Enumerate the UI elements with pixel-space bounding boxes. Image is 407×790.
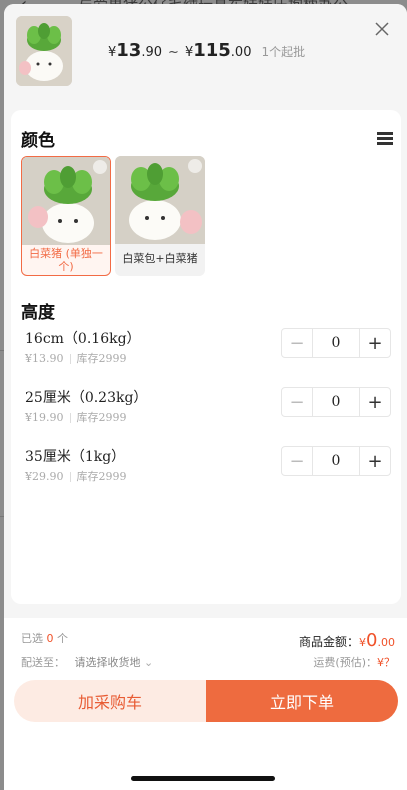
size-row: 25厘米（0.23kg） ¥19.90 库存2999 − 0 + [25,387,391,427]
color-option-label: 白菜猪 (单独一个) [29,247,103,273]
minus-icon[interactable]: − [282,329,312,357]
plush-image [16,16,72,86]
list-view-icon[interactable] [377,132,393,146]
quantity-value[interactable]: 0 [312,388,360,416]
zoom-icon[interactable] [93,160,107,174]
shipping-address-selector[interactable]: 请选择收货地 [75,656,141,669]
sku-sheet: ¥13.90 ~ ¥115.00 1个起批 颜色 白菜猪 (单独一个) 白菜包+… [4,4,407,790]
price-max: ¥115.00 [184,40,252,61]
zoom-icon[interactable] [188,159,202,173]
size-row: 16cm（0.16kg） ¥13.90 库存2999 − 0 + [25,328,391,368]
quantity-value[interactable]: 0 [312,447,360,475]
minus-icon[interactable]: − [282,447,312,475]
selected-summary: 已选 0 个 商品金额：¥0.00 [21,630,395,651]
amount-value: 0 [366,630,378,651]
home-indicator [131,776,275,781]
plus-icon[interactable]: + [360,329,390,357]
product-thumbnail[interactable] [16,16,72,86]
quantity-value[interactable]: 0 [312,329,360,357]
price-separator: ~ [168,45,179,60]
min-order-quantity: 1个起批 [261,45,306,59]
minus-icon[interactable]: − [282,388,312,416]
add-to-cart-button[interactable]: 加采购车 [14,680,206,722]
color-option-bundle[interactable]: 白菜包+白菜猪 [115,156,205,276]
close-icon[interactable] [375,22,389,36]
price-range: ¥13.90 ~ ¥115.00 1个起批 [108,40,305,61]
plus-icon[interactable]: + [360,388,390,416]
size-meta: ¥29.90 库存2999 [25,470,127,483]
buy-now-button[interactable]: 立即下单 [206,680,398,722]
quantity-stepper: − 0 + [281,387,391,417]
shipping-row: 配送至： 请选择收货地 ⌄ 运费(预估)：¥？ [21,656,395,669]
quantity-stepper: − 0 + [281,446,391,476]
color-section-title: 颜色 [21,131,55,151]
plus-icon[interactable]: + [360,447,390,475]
size-name: 35厘米（1kg） [25,449,126,465]
size-name: 25厘米（0.23kg） [25,390,148,406]
freight-summary: 运费(预估)：¥？ [313,656,395,669]
order-footer: 已选 0 个 商品金额：¥0.00 配送至： 请选择收货地 ⌄ 运费(预估)：¥… [4,618,407,790]
color-option-single[interactable]: 白菜猪 (单独一个) [21,156,111,276]
color-option-label: 白菜包+白菜猪 [122,252,198,265]
height-section-title: 高度 [21,303,55,323]
size-row: 35厘米（1kg） ¥29.90 库存2999 − 0 + [25,446,391,486]
size-name: 16cm（0.16kg） [25,331,141,347]
sheet-header: ¥13.90 ~ ¥115.00 1个起批 [4,4,407,104]
quantity-stepper: − 0 + [281,328,391,358]
sku-panel: 颜色 白菜猪 (单独一个) 白菜包+白菜猪 高度 16cm（0.16kg） ¥1… [11,110,401,604]
selected-count: 0 [46,632,54,645]
amount-summary: 商品金额：¥0.00 [299,630,395,651]
size-meta: ¥13.90 库存2999 [25,352,127,365]
chevron-down-icon[interactable]: ⌄ [144,656,153,669]
size-meta: ¥19.90 库存2999 [25,411,127,424]
price-min: ¥13.90 [108,40,163,61]
